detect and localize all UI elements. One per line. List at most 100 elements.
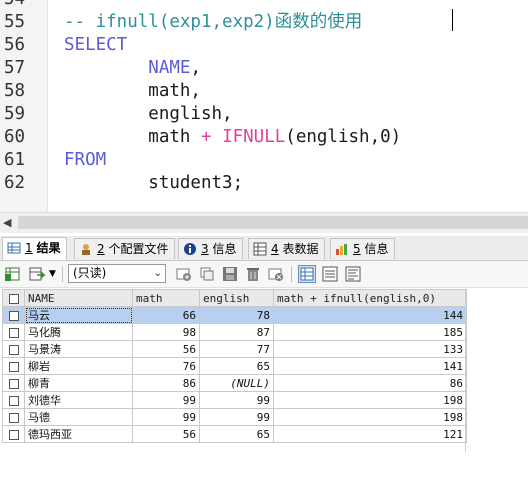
sql-editor[interactable]: 5455 -- ifnull(exp1,exp2)函数的使用 56 SELECT57 … <box>0 0 528 212</box>
cell-english[interactable]: 65 <box>199 425 274 443</box>
delete-icon[interactable] <box>244 265 262 283</box>
row-checkbox[interactable] <box>2 425 25 443</box>
tab-history-info[interactable]: 5 信息 <box>330 238 396 259</box>
row-checkbox[interactable] <box>2 357 25 375</box>
cell-name[interactable]: 柳岩 <box>24 357 133 375</box>
tab-profiles[interactable]: 2 个配置文件 <box>74 238 176 259</box>
row-checkbox[interactable] <box>2 391 25 409</box>
code-line[interactable]: 59 english, <box>0 103 528 126</box>
row-checkbox[interactable] <box>2 323 25 341</box>
code-text: math + IFNULL(english,0) <box>64 126 401 149</box>
line-number: 62 <box>4 173 26 193</box>
duplicate-row-icon[interactable] <box>198 265 216 283</box>
result-grid: NAME math english math + ifnull(english,… <box>2 289 467 443</box>
cell-total[interactable]: 144 <box>273 306 467 324</box>
scroll-left-icon[interactable]: ◀ <box>3 216 11 229</box>
table-row[interactable]: 柳岩 76 65 141 <box>2 357 467 375</box>
cancel-changes-icon[interactable] <box>267 265 285 283</box>
code-line[interactable]: 54 <box>0 0 528 11</box>
tab-results[interactable]: 1 结果 <box>2 237 68 260</box>
checkbox-icon[interactable] <box>8 310 19 321</box>
cell-math[interactable]: 56 <box>132 340 200 358</box>
export-dropdown-chevron-icon[interactable]: ▼ <box>49 265 59 283</box>
column-header-english[interactable]: english <box>199 289 274 307</box>
cell-english[interactable]: 87 <box>199 323 274 341</box>
cell-english[interactable]: 99 <box>199 408 274 426</box>
cell-math[interactable]: 98 <box>132 323 200 341</box>
cell-name[interactable]: 马景涛 <box>24 340 133 358</box>
row-checkbox[interactable] <box>2 408 25 426</box>
cell-name[interactable]: 马云 <box>24 306 133 324</box>
export-grid-icon[interactable] <box>4 265 22 283</box>
row-checkbox[interactable] <box>2 374 25 392</box>
select-all-checkbox[interactable] <box>2 289 25 307</box>
checkbox-icon[interactable] <box>8 395 19 406</box>
table-row[interactable]: 马景涛 56 77 133 <box>2 340 467 358</box>
cell-math[interactable]: 56 <box>132 425 200 443</box>
grid-view-icon[interactable] <box>298 265 316 283</box>
column-header-name[interactable]: NAME <box>24 289 133 307</box>
code-line[interactable]: 56 SELECT <box>0 34 528 57</box>
code-line[interactable]: 55 -- ifnull(exp1,exp2)函数的使用 <box>0 11 528 34</box>
cell-name[interactable]: 马化腾 <box>24 323 133 341</box>
cell-total[interactable]: 121 <box>273 425 467 443</box>
table-row[interactable]: 马德 99 99 198 <box>2 408 467 426</box>
cell-english[interactable]: 99 <box>199 391 274 409</box>
cell-total[interactable]: 141 <box>273 357 467 375</box>
table-row[interactable]: 马云 66 78 144 <box>2 306 467 324</box>
line-number: 56 <box>4 35 26 55</box>
cell-total[interactable]: 198 <box>273 408 467 426</box>
cell-name[interactable]: 刘德华 <box>24 391 133 409</box>
tab-table-data-num: 4 <box>271 242 279 256</box>
checkbox-icon[interactable] <box>8 412 19 423</box>
cell-total[interactable]: 133 <box>273 340 467 358</box>
save-icon[interactable] <box>221 265 239 283</box>
form-view-icon[interactable] <box>321 265 339 283</box>
tab-table-data[interactable]: 4 表数据 <box>248 238 326 259</box>
add-row-icon[interactable] <box>175 265 193 283</box>
row-checkbox[interactable] <box>2 306 25 324</box>
checkbox-icon[interactable] <box>8 344 19 355</box>
cell-name[interactable]: 马德 <box>24 408 133 426</box>
checkbox-icon[interactable] <box>8 327 19 338</box>
tab-profiles-label: 个配置文件 <box>108 242 169 256</box>
cell-math[interactable]: 76 <box>132 357 200 375</box>
table-row[interactable]: 刘德华 99 99 198 <box>2 391 467 409</box>
text-view-icon[interactable] <box>344 265 362 283</box>
row-checkbox[interactable] <box>2 340 25 358</box>
table-row[interactable]: 柳青 86 (NULL) 86 <box>2 374 467 392</box>
cell-math[interactable]: 66 <box>132 306 200 324</box>
read-only-mode-select[interactable]: (只读) ⌄ <box>68 264 166 283</box>
cell-english[interactable]: 78 <box>199 306 274 324</box>
code-line[interactable]: 58 math, <box>0 80 528 103</box>
checkbox-icon[interactable] <box>8 378 19 389</box>
cell-name[interactable]: 柳青 <box>24 374 133 392</box>
table-row[interactable]: 马化腾 98 87 185 <box>2 323 467 341</box>
scrollbar-thumb[interactable] <box>18 216 528 229</box>
cell-math[interactable]: 99 <box>132 408 200 426</box>
code-line[interactable]: 60 math + IFNULL(english,0) <box>0 126 528 149</box>
cell-total[interactable]: 198 <box>273 391 467 409</box>
table-row[interactable]: 德玛西亚 56 65 121 <box>2 425 467 443</box>
code-line[interactable]: 61 FROM <box>0 149 528 172</box>
cell-english[interactable]: (NULL) <box>199 374 274 392</box>
checkbox-icon[interactable] <box>8 361 19 372</box>
cell-total[interactable]: 185 <box>273 323 467 341</box>
code-line[interactable]: 62 student3; <box>0 172 528 195</box>
cell-math[interactable]: 86 <box>132 374 200 392</box>
profile-icon <box>82 244 90 255</box>
cell-total[interactable]: 86 <box>273 374 467 392</box>
cell-name[interactable]: 德玛西亚 <box>24 425 133 443</box>
cell-math[interactable]: 99 <box>132 391 200 409</box>
code-token: (english,0) <box>285 127 402 147</box>
cell-english[interactable]: 77 <box>199 340 274 358</box>
checkbox-icon[interactable] <box>8 429 19 440</box>
cell-english[interactable]: 65 <box>199 357 274 375</box>
export-menu-icon[interactable] <box>28 265 46 283</box>
column-header-total[interactable]: math + ifnull(english,0) <box>273 289 467 307</box>
editor-horizontal-scrollbar[interactable]: ◀ <box>0 212 528 233</box>
code-line[interactable]: 57 NAME, <box>0 57 528 80</box>
column-header-math[interactable]: math <box>132 289 200 307</box>
tab-info[interactable]: 3 信息 <box>178 238 244 259</box>
